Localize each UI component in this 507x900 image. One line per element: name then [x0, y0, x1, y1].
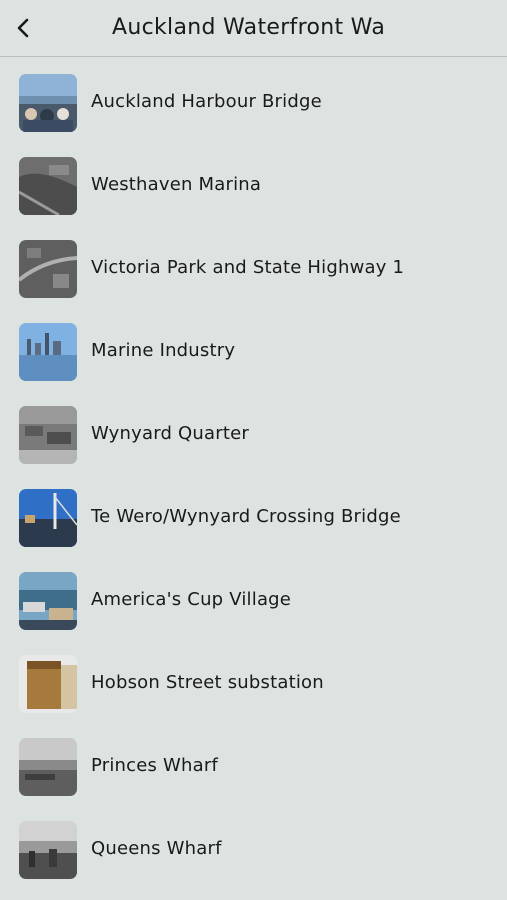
location-list: Auckland Harbour Bridge Westhaven Marina…: [0, 57, 507, 887]
chevron-left-icon: [17, 18, 29, 38]
page-title: Auckland Waterfront Wa: [112, 15, 386, 40]
thumbnail-image: [19, 240, 77, 298]
list-item-label: Queens Wharf: [91, 838, 222, 859]
thumbnail-image: [19, 157, 77, 215]
list-item-label: Marine Industry: [91, 340, 236, 361]
list-item-label: America's Cup Village: [91, 589, 292, 610]
thumbnail-image: [19, 738, 77, 796]
list-item[interactable]: Auckland Harbour Bridge: [0, 57, 507, 140]
thumbnail-image: [19, 489, 77, 547]
list-item-label: Hobson Street substation: [91, 672, 324, 693]
back-button[interactable]: [8, 12, 40, 44]
list-item[interactable]: Te Wero/Wynyard Crossing Bridge: [0, 472, 507, 555]
list-item[interactable]: Queens Wharf: [0, 804, 507, 887]
list-item-label: Auckland Harbour Bridge: [91, 91, 322, 112]
list-item[interactable]: Princes Wharf: [0, 721, 507, 804]
list-item[interactable]: Wynyard Quarter: [0, 389, 507, 472]
list-item-label: Victoria Park and State Highway 1: [91, 257, 405, 278]
list-item[interactable]: Hobson Street substation: [0, 638, 507, 721]
list-item[interactable]: Westhaven Marina: [0, 140, 507, 223]
app-header: Auckland Waterfront Wa: [0, 0, 507, 57]
thumbnail-image: [19, 572, 77, 630]
list-item-label: Te Wero/Wynyard Crossing Bridge: [91, 506, 401, 527]
list-item-label: Princes Wharf: [91, 755, 218, 776]
thumbnail-image: [19, 821, 77, 879]
list-item-label: Westhaven Marina: [91, 174, 262, 195]
thumbnail-image: [19, 74, 77, 132]
list-item[interactable]: Victoria Park and State Highway 1: [0, 223, 507, 306]
thumbnail-image: [19, 323, 77, 381]
thumbnail-image: [19, 655, 77, 713]
list-item-label: Wynyard Quarter: [91, 423, 249, 444]
list-item[interactable]: Marine Industry: [0, 306, 507, 389]
thumbnail-image: [19, 406, 77, 464]
list-item[interactable]: America's Cup Village: [0, 555, 507, 638]
